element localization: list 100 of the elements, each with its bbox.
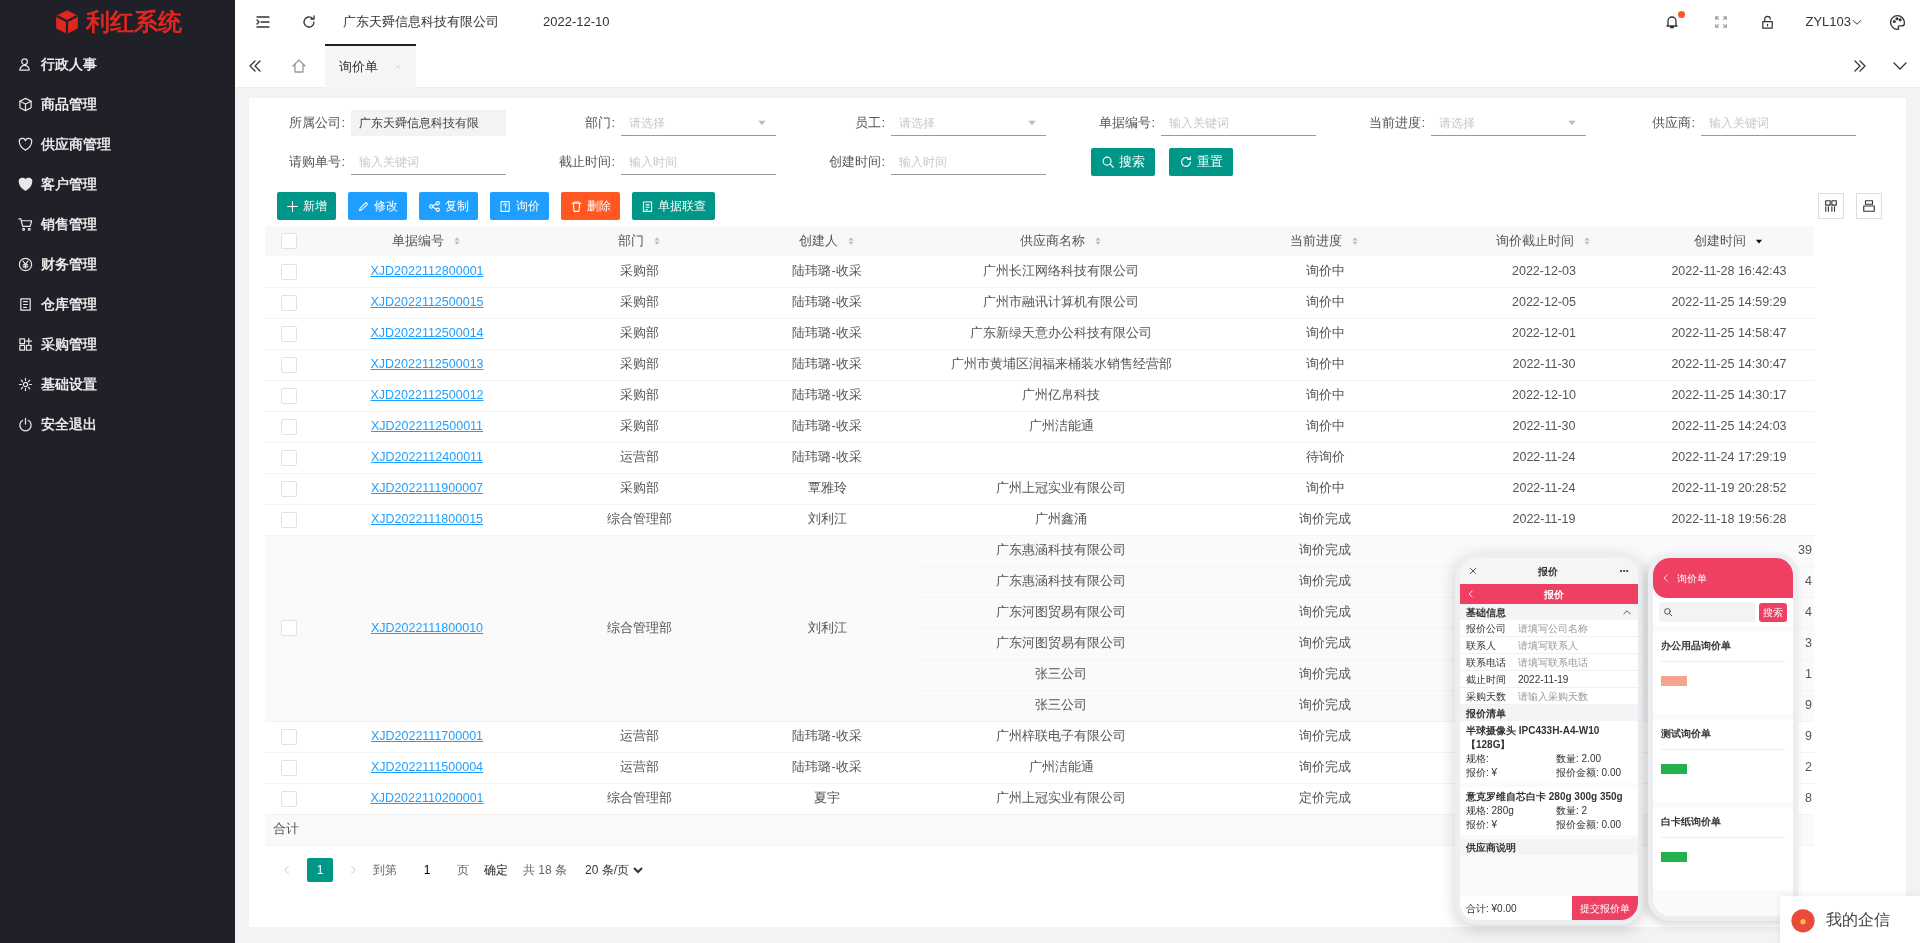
reset-button[interactable]: 重置 [1169, 148, 1233, 176]
checkbox[interactable] [281, 759, 297, 776]
checkbox[interactable] [281, 263, 297, 280]
table-cell: 综合管理部 [607, 512, 672, 527]
document-number-link[interactable]: XJD2022112400011 [370, 450, 484, 465]
pencil-icon [357, 199, 370, 213]
chat-mascot-icon[interactable] [1790, 906, 1816, 933]
phone-header-title: 询价单 [1677, 571, 1707, 586]
page-tab[interactable]: 询价单 [325, 43, 416, 88]
table-cell: 广东河图贸易有限公司 [996, 636, 1126, 651]
table-cell: 4 [1805, 605, 1812, 620]
sidebar-item[interactable]: 采购管理 [0, 324, 235, 364]
table-cell: 广州洁能通 [1028, 419, 1094, 434]
table-cell: 3 [1805, 636, 1812, 651]
sidebar-item[interactable]: 商品管理 [0, 84, 235, 124]
table-cell: 1 [1805, 667, 1812, 682]
document-number-link[interactable]: XJD2022112500011 [370, 419, 484, 434]
input-field[interactable]: 请填写联系人 [1518, 637, 1578, 653]
column-header[interactable]: 单据编号 [392, 231, 444, 251]
column-filter-button[interactable] [1818, 193, 1844, 219]
sort-icon[interactable] [1350, 235, 1360, 247]
table-cell: 定价完成 [1299, 791, 1351, 806]
checkbox[interactable] [281, 728, 297, 745]
table-cell: 广东河图贸易有限公司 [996, 605, 1126, 620]
table-cell: 采购部 [620, 263, 659, 278]
sidebar-item[interactable]: 客户管理 [0, 164, 235, 204]
sidebar-item[interactable]: 仓库管理 [0, 284, 235, 324]
sidebar-item[interactable]: 财务管理 [0, 244, 235, 284]
phone-field-label: 规格: [1466, 752, 1490, 766]
sort-icon[interactable] [452, 235, 462, 247]
palette-icon[interactable] [1889, 13, 1906, 31]
checkbox[interactable] [281, 511, 297, 528]
column-header[interactable]: 供应商名称 [1019, 231, 1085, 251]
sidebar-item[interactable]: 安全退出 [0, 404, 235, 444]
document-number-link[interactable]: XJD2022111700001 [370, 729, 484, 744]
document-number-link[interactable]: XJD2022111800010 [370, 620, 484, 635]
document-number-link[interactable]: XJD2022112800001 [370, 263, 484, 278]
lock-icon[interactable] [1760, 14, 1776, 30]
table-cell: 广州亿帛科技 [1022, 388, 1100, 403]
checkbox[interactable] [281, 480, 297, 497]
document-number-link[interactable]: XJD2022112500014 [370, 326, 484, 341]
delete-button[interactable]: 删除 [561, 192, 620, 220]
user-menu[interactable]: ZYL103 [1805, 12, 1863, 32]
print-button[interactable] [1856, 193, 1882, 219]
document-number-link[interactable]: XJD2022112500013 [370, 357, 484, 372]
input-field[interactable]: 请填写联系电话 [1518, 654, 1588, 670]
checkbox[interactable] [281, 325, 297, 342]
back-icon [1466, 589, 1476, 599]
sidebar-item[interactable]: 销售管理 [0, 204, 235, 244]
checkbox[interactable] [281, 294, 297, 311]
input-field[interactable]: 请填写公司名称 [1518, 620, 1588, 636]
refresh-icon[interactable] [301, 14, 317, 30]
add-button[interactable]: 新增 [277, 192, 336, 220]
sidebar-item[interactable]: 供应商管理 [0, 124, 235, 164]
column-header[interactable]: 部门 [617, 231, 644, 251]
inquiry-button[interactable]: 询价 [490, 192, 549, 220]
field-label: 创建时间: [828, 153, 886, 172]
linked-query-button[interactable]: 单据联查 [632, 192, 715, 220]
document-number-link[interactable]: XJD2022110200001 [370, 791, 484, 806]
fullscreen-icon[interactable] [1714, 15, 1729, 29]
page-button[interactable]: 1 [307, 857, 333, 882]
checkbox[interactable] [281, 418, 297, 435]
document-number-link[interactable]: XJD2022112500015 [370, 295, 484, 310]
menu-icon[interactable] [255, 14, 271, 30]
checkbox[interactable] [281, 790, 297, 807]
confirm-button[interactable]: 确定 [483, 859, 509, 880]
close-icon[interactable] [394, 62, 402, 71]
copy-button[interactable]: 复制 [419, 192, 478, 220]
document-number-link[interactable]: XJD2022112500012 [370, 388, 484, 403]
sidebar-item[interactable]: 基础设置 [0, 364, 235, 404]
phone-field-label: 报价金额: 0.00 [1556, 818, 1622, 832]
table-cell: 询价中 [1305, 295, 1345, 310]
checkbox[interactable] [281, 356, 297, 373]
table-cell: 综合管理部 [607, 791, 672, 806]
home-icon[interactable] [291, 57, 307, 74]
document-number-link[interactable]: XJD2022111800015 [370, 512, 484, 527]
phone-field-value: 2022-11-19 [1518, 672, 1569, 687]
search-button[interactable]: 搜索 [1091, 148, 1155, 176]
edit-button[interactable]: 修改 [348, 192, 407, 220]
table-cell: 2022-11-25 14:58:47 [1671, 326, 1787, 341]
column-header[interactable]: 创建人 [798, 231, 838, 251]
company-name: 广东天舜信息科技有限公司 [343, 13, 499, 32]
sidebar-item[interactable]: 行政人事 [0, 44, 235, 84]
trash-icon [570, 199, 583, 213]
document-number-link[interactable]: XJD2022111500004 [370, 760, 484, 775]
checkbox[interactable] [281, 620, 297, 637]
checkbox[interactable] [281, 233, 297, 250]
table-cell: 陆玮璐-收采 [792, 357, 862, 372]
sort-icon[interactable] [1582, 235, 1592, 247]
field-label: 单据编号: [1098, 114, 1156, 133]
document-number-link[interactable]: XJD2022111900007 [370, 481, 484, 496]
table-cell: 采购部 [620, 326, 659, 341]
table-cell: 询价中 [1305, 388, 1345, 403]
table-cell: 2022-11-19 20:28:52 [1671, 481, 1787, 496]
table-cell: 8 [1805, 791, 1812, 806]
column-header[interactable]: 当前进度 [1290, 231, 1342, 251]
checkbox[interactable] [281, 387, 297, 404]
checkbox[interactable] [281, 449, 297, 466]
table-cell: 2 [1805, 760, 1812, 775]
input-field[interactable]: 请输入采购天数 [1518, 688, 1588, 704]
